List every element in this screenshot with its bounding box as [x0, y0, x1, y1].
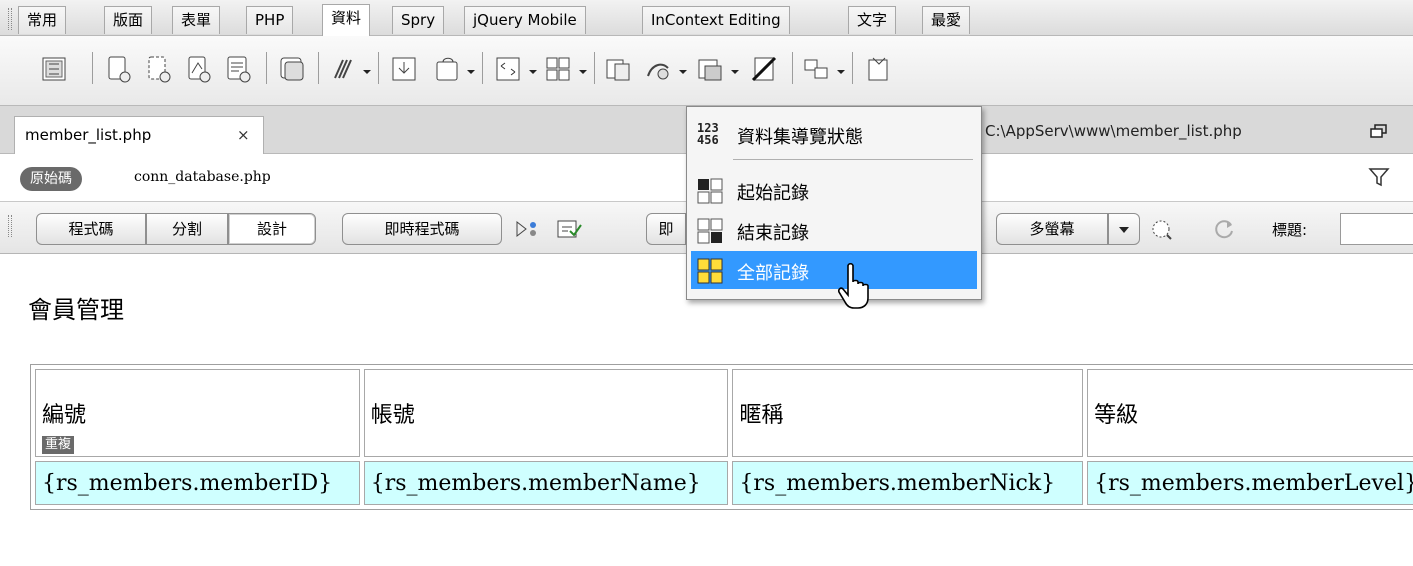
insert-category-tabbar: 常用 版面 表單 PHP 資料 Spry jQuery Mobile InCon…	[0, 0, 1413, 36]
toolbar-grip[interactable]	[8, 215, 12, 237]
dynamic-data-cell[interactable]: {rs_members.memberID}	[35, 461, 360, 505]
document-tab-label: member_list.php	[25, 126, 152, 144]
menu-item-label: 結束記錄	[737, 223, 809, 244]
refresh-icon[interactable]	[1212, 217, 1238, 241]
split-view-button[interactable]: 分割	[146, 213, 228, 245]
tab-common[interactable]: 常用	[18, 6, 67, 34]
dynamic-data-cell[interactable]: {rs_members.memberName}	[363, 461, 729, 505]
chevron-down-icon[interactable]	[362, 64, 372, 74]
document-path: C:\AppServ\www\member_list.php	[985, 122, 1242, 140]
menu-item-recordset-status[interactable]: 123 456 資料集導覽狀態	[691, 115, 977, 153]
go-to-detail-icon[interactable]	[432, 53, 462, 83]
recordset-status-icon: 123 456	[697, 122, 723, 148]
preview-in-browser-icon[interactable]	[1150, 217, 1176, 241]
chevron-down-icon[interactable]	[466, 64, 476, 74]
hand-cursor-icon	[838, 262, 874, 312]
tab-spry[interactable]: Spry	[392, 6, 445, 34]
multiscreen-button[interactable]: 多螢幕	[996, 213, 1108, 245]
tab-incontext-editing[interactable]: InContext Editing	[642, 6, 790, 34]
repeat-region-tag: 重複	[42, 436, 75, 454]
menu-item-end-record[interactable]: 結束記錄	[691, 211, 977, 249]
related-file-link[interactable]: conn_database.php	[134, 169, 271, 185]
design-view-area[interactable]: 會員管理 編號 重複 帳號 暱稱 等級 {rs_members.memberID…	[0, 254, 1413, 566]
stored-procedure-icon[interactable]	[182, 53, 212, 83]
title-label: 標題:	[1272, 221, 1308, 239]
column-header-id: 編號	[42, 403, 87, 428]
menu-item-label: 資料集導覽狀態	[737, 127, 863, 148]
multiscreen-dropdown[interactable]	[1108, 213, 1140, 245]
live-code-button[interactable]: 即時程式碼	[342, 213, 502, 245]
recordset-paging-icon[interactable]	[388, 53, 418, 83]
inspect-icon[interactable]	[514, 217, 540, 241]
tab-layout[interactable]: 版面	[104, 6, 153, 34]
dynamic-data-cell[interactable]: {rs_members.memberLevel}	[1087, 461, 1413, 505]
document-tab[interactable]: member_list.php ×	[14, 116, 264, 154]
title-input[interactable]	[1340, 213, 1413, 245]
menu-item-start-record[interactable]: 起始記錄	[691, 171, 977, 209]
column-header-nickname: 暱稱	[739, 403, 784, 428]
chevron-down-icon[interactable]	[678, 64, 688, 74]
chevron-down-icon[interactable]	[730, 64, 740, 74]
delete-record-icon[interactable]	[694, 53, 724, 83]
column-header-level: 等級	[1094, 403, 1139, 428]
tab-favorites[interactable]: 最愛	[922, 6, 971, 34]
menu-separator	[733, 159, 973, 160]
import-tabular-data-icon[interactable]	[38, 53, 68, 83]
table-row: {rs_members.memberID} {rs_members.member…	[35, 461, 1413, 505]
header-cell[interactable]: 暱稱	[732, 369, 1084, 457]
header-cell[interactable]: 帳號	[363, 369, 729, 457]
menu-item-all-records[interactable]: 全部記錄	[691, 251, 977, 289]
chevron-down-icon[interactable]	[528, 64, 538, 74]
filter-icon[interactable]	[1368, 166, 1390, 188]
tab-text[interactable]: 文字	[848, 6, 897, 34]
command-icon[interactable]	[142, 53, 172, 83]
dynamic-data-cell[interactable]: {rs_members.memberNick}	[732, 461, 1084, 505]
all-records-icon	[697, 258, 723, 284]
code-view-button[interactable]: 程式碼	[36, 213, 146, 245]
server-behaviors-icon[interactable]	[800, 53, 830, 83]
close-icon[interactable]: ×	[237, 126, 250, 144]
insert-record-icon[interactable]	[602, 53, 632, 83]
validate-icon[interactable]	[556, 217, 582, 241]
update-record-icon[interactable]	[642, 53, 672, 83]
restore-window-icon[interactable]	[1370, 124, 1388, 138]
live-view-button[interactable]: 即	[646, 213, 686, 245]
header-cell[interactable]: 等級	[1087, 369, 1413, 457]
master-detail-icon[interactable]	[492, 53, 522, 83]
header-cell[interactable]: 編號 重複	[35, 369, 360, 457]
recordset-icon[interactable]	[102, 53, 132, 83]
source-code-button[interactable]: 原始碼	[20, 167, 82, 191]
display-record-count-icon[interactable]	[542, 53, 572, 83]
members-table: 編號 重複 帳號 暱稱 等級 {rs_members.memberID} {rs…	[30, 364, 1413, 510]
tab-jquery-mobile[interactable]: jQuery Mobile	[464, 6, 586, 34]
chevron-down-icon[interactable]	[578, 64, 588, 74]
table-header-row: 編號 重複 帳號 暱稱 等級	[35, 369, 1413, 457]
column-header-account: 帳號	[370, 403, 415, 428]
end-record-icon	[697, 218, 723, 244]
repeat-region-icon[interactable]	[276, 53, 306, 83]
menu-item-label: 起始記錄	[737, 183, 809, 204]
data-insert-toolbar	[0, 36, 1413, 106]
toolbar-grip[interactable]	[8, 8, 12, 30]
tab-forms[interactable]: 表單	[172, 6, 221, 34]
tab-php[interactable]: PHP	[246, 6, 294, 34]
menu-item-label: 全部記錄	[737, 263, 809, 284]
chevron-down-icon[interactable]	[836, 64, 846, 74]
dynamic-data-icon[interactable]	[222, 53, 252, 83]
recordset-navigation-menu: 123 456 資料集導覽狀態 起始記錄 結束記錄 全部記錄	[686, 106, 982, 300]
show-region-icon[interactable]	[326, 53, 356, 83]
design-view-button[interactable]: 設計	[228, 213, 316, 245]
tab-data[interactable]: 資料	[322, 4, 371, 36]
start-record-icon	[697, 178, 723, 204]
user-authentication-icon[interactable]	[748, 53, 778, 83]
status-icon-digits-bottom: 456	[697, 133, 719, 147]
page-heading: 會員管理	[28, 296, 124, 324]
xslt-transformation-icon[interactable]	[862, 53, 892, 83]
